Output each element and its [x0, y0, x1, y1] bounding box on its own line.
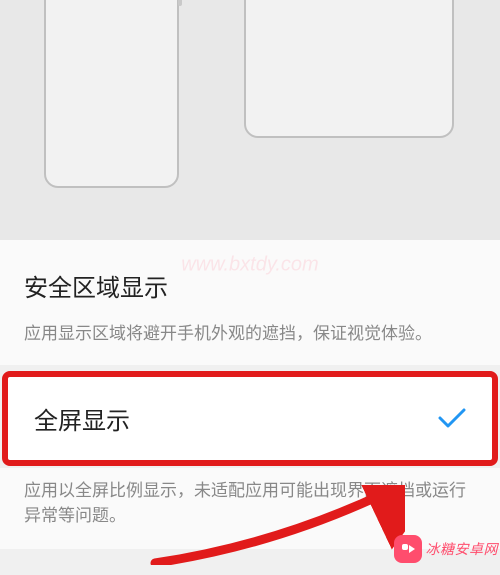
phone-side-button	[178, 0, 182, 6]
watermark-logo-icon	[394, 535, 422, 563]
safe-area-section: 安全区域显示 应用显示区域将避开手机外观的遮挡，保证视觉体验。	[0, 240, 500, 365]
display-mode-preview	[0, 0, 500, 240]
phone-mock-fullscreen[interactable]	[244, 0, 454, 138]
fullscreen-option[interactable]: 全屏显示	[6, 375, 494, 462]
checkmark-icon	[438, 408, 466, 428]
watermark-text: 冰糖安卓网	[426, 539, 499, 559]
fullscreen-label: 全屏显示	[34, 401, 130, 436]
phone-mock-safe-area[interactable]	[44, 0, 179, 188]
watermark: 冰糖安卓网	[394, 535, 499, 563]
safe-area-description: 应用显示区域将避开手机外观的遮挡，保证视觉体验。	[24, 321, 476, 347]
safe-area-title: 安全区域显示	[24, 268, 476, 303]
